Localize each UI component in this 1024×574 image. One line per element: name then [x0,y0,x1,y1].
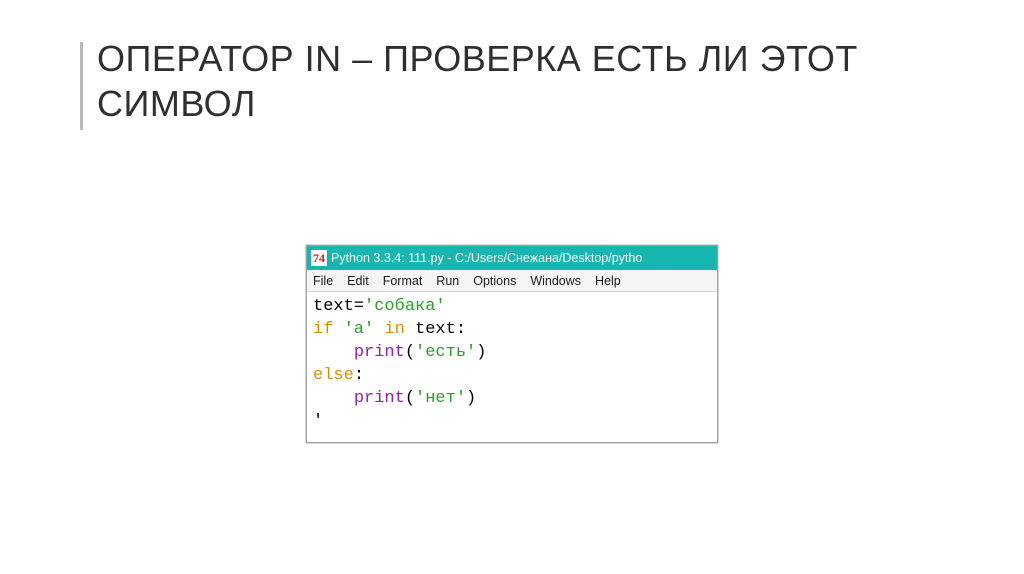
code-keyword: if [313,320,333,339]
title-block: ОПЕРАТОР IN – ПРОВЕРКА ЕСТЬ ЛИ ЭТОТ СИМВ… [80,36,964,130]
window-titlebar: 74 Python 3.3.4: 111.py - C:/Users/Снежа… [307,246,717,270]
menu-options[interactable]: Options [473,274,516,288]
code-indent [313,389,354,408]
code-indent [313,343,354,362]
menu-format[interactable]: Format [383,274,423,288]
code-paren: ) [466,389,476,408]
code-paren: ) [476,343,486,362]
menu-help[interactable]: Help [595,274,621,288]
code-string: 'есть' [415,343,476,362]
code-paren: ( [405,343,415,362]
code-paren: ( [405,389,415,408]
slide-title: ОПЕРАТОР IN – ПРОВЕРКА ЕСТЬ ЛИ ЭТОТ СИМВ… [97,36,964,126]
code-area[interactable]: text='собака' if 'а' in text: print('ест… [307,292,717,442]
cursor-mark: ' [313,412,323,431]
code-func: print [354,343,405,362]
code-string: 'нет' [415,389,466,408]
title-accent-bar [80,42,83,130]
editor-window: 74 Python 3.3.4: 111.py - C:/Users/Снежа… [306,245,718,443]
window-title: Python 3.3.4: 111.py - C:/Users/Снежана/… [331,251,642,265]
slide: ОПЕРАТОР IN – ПРОВЕРКА ЕСТЬ ЛИ ЭТОТ СИМВ… [0,0,1024,574]
menu-bar: File Edit Format Run Options Windows Hel… [307,270,717,292]
code-text: text: [405,320,466,339]
code-text: text= [313,297,364,316]
menu-windows[interactable]: Windows [530,274,581,288]
tk-icon: 74 [311,250,327,266]
code-space [333,320,343,339]
code-space [374,320,384,339]
code-keyword: in [384,320,404,339]
code-keyword: else [313,366,354,385]
menu-run[interactable]: Run [436,274,459,288]
code-func: print [354,389,405,408]
menu-edit[interactable]: Edit [347,274,369,288]
code-string: 'а' [344,320,375,339]
code-colon: : [354,366,364,385]
menu-file[interactable]: File [313,274,333,288]
code-string: 'собака' [364,297,446,316]
